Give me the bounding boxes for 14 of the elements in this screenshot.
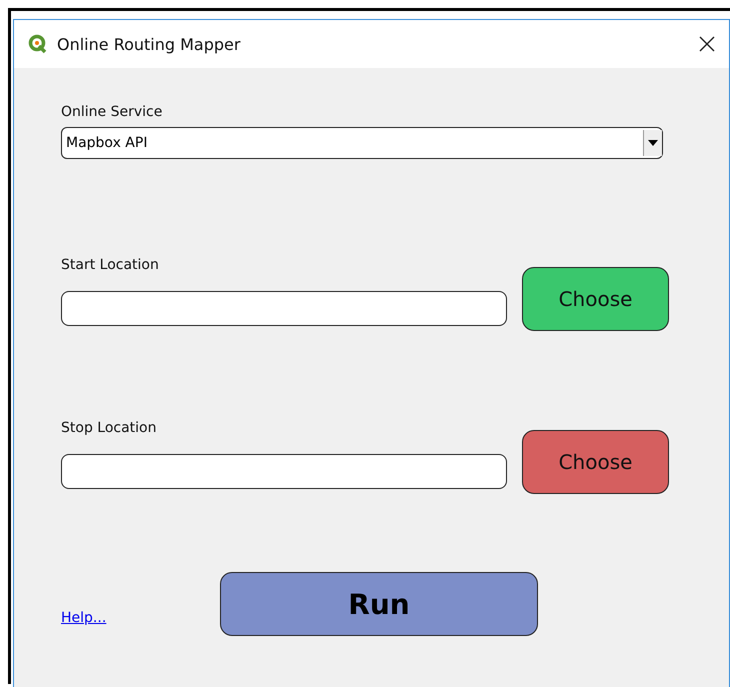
choose-button[interactable]: Choose xyxy=(522,430,669,494)
service-dropdown[interactable]: Mapbox API xyxy=(61,127,663,159)
location-input[interactable] xyxy=(61,454,507,488)
location-input[interactable] xyxy=(61,290,507,326)
close-icon[interactable] xyxy=(699,36,715,52)
field-label: Online Service xyxy=(61,104,164,120)
choose-button[interactable]: Choose xyxy=(522,267,669,331)
run-button[interactable]: Run xyxy=(220,572,538,636)
dropdown-arrow-icon xyxy=(648,140,658,146)
window-title: Online Routing Mapper xyxy=(57,34,242,54)
help-link[interactable]: Help... xyxy=(61,610,220,626)
field-label: Stop Location xyxy=(61,420,158,436)
app-logo-icon xyxy=(28,34,48,54)
field-label: Start Location xyxy=(61,257,160,273)
